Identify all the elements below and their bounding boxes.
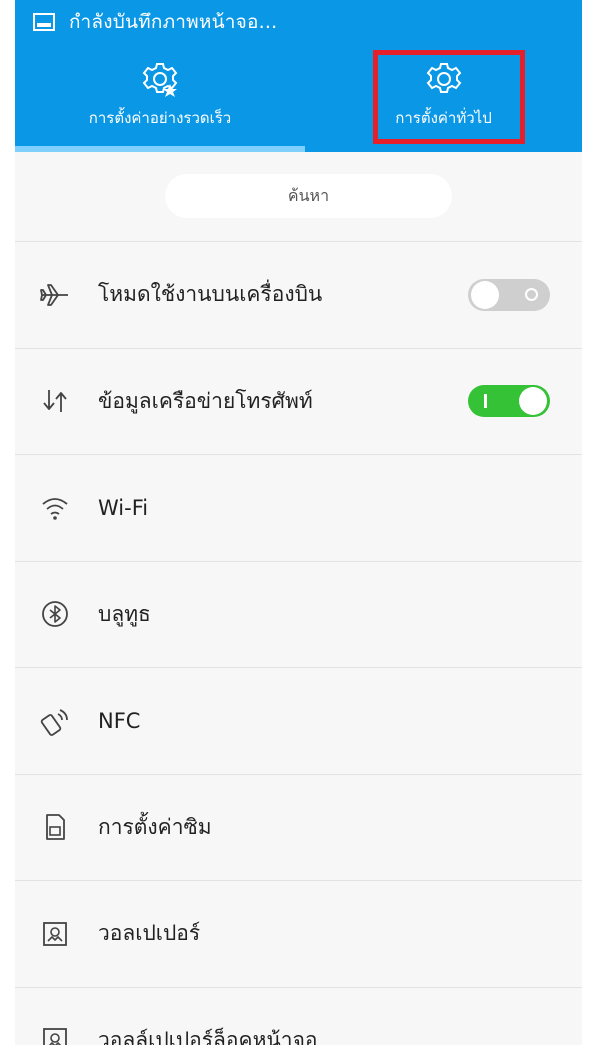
lock-wallpaper-icon bbox=[38, 1023, 72, 1045]
list-item-sim-settings[interactable]: การตั้งค่าซิม bbox=[15, 774, 582, 881]
sim-settings-label: การตั้งค่าซิม bbox=[98, 814, 212, 839]
airplane-mode-label: โหมดใช้งานบนเครื่องบิน bbox=[98, 282, 323, 307]
mobile-data-label: ข้อมูลเครือข่ายโทรศัพท์ bbox=[98, 388, 313, 413]
tab-quick-settings-label: การตั้งค่าอย่างรวดเร็ว bbox=[88, 109, 232, 127]
highlight-box bbox=[373, 50, 525, 144]
search-row: ค้นหา bbox=[15, 152, 582, 242]
screenshot-icon bbox=[33, 13, 55, 31]
airplane-icon bbox=[38, 278, 72, 312]
gear-star-icon bbox=[142, 63, 178, 97]
header: กำลังบันทึกภาพหน้าจอ... การตั้งค่าอย่างร… bbox=[15, 0, 582, 152]
search-box[interactable]: ค้นหา bbox=[165, 174, 452, 218]
wifi-icon bbox=[38, 491, 72, 525]
wifi-label: Wi-Fi bbox=[98, 495, 149, 520]
list-item-airplane-mode[interactable]: โหมดใช้งานบนเครื่องบิน bbox=[15, 242, 582, 349]
list-item-wifi[interactable]: Wi-Fi bbox=[15, 455, 582, 562]
list-item-nfc[interactable]: NFC bbox=[15, 668, 582, 775]
toggle-on-glyph bbox=[484, 394, 487, 409]
nfc-icon bbox=[38, 704, 72, 738]
airplane-mode-toggle[interactable] bbox=[468, 278, 550, 311]
list-item-bluetooth[interactable]: บลูทูธ bbox=[15, 561, 582, 668]
toggle-knob bbox=[471, 280, 499, 309]
nfc-label: NFC bbox=[98, 708, 141, 733]
mobile-data-toggle[interactable] bbox=[468, 385, 550, 418]
bluetooth-icon bbox=[38, 597, 72, 631]
list-item-wallpaper[interactable]: วอลเปเปอร์ bbox=[15, 881, 582, 988]
wallpaper-icon bbox=[38, 917, 72, 951]
toggle-off-glyph bbox=[525, 287, 538, 301]
status-bar: กำลังบันทึกภาพหน้าจอ... bbox=[15, 0, 582, 44]
list-item-lock-wallpaper[interactable]: วอลล์เปเปอร์ล็อคหน้าจอ bbox=[15, 987, 582, 1045]
lock-wallpaper-label: วอลล์เปเปอร์ล็อคหน้าจอ bbox=[98, 1027, 318, 1045]
tab-quick-settings[interactable]: การตั้งค่าอย่างรวดเร็ว bbox=[15, 52, 305, 140]
mobile-data-icon bbox=[38, 384, 72, 418]
status-text: กำลังบันทึกภาพหน้าจอ... bbox=[69, 11, 278, 33]
list-item-mobile-data[interactable]: ข้อมูลเครือข่ายโทรศัพท์ bbox=[15, 348, 582, 455]
wallpaper-label: วอลเปเปอร์ bbox=[98, 921, 201, 946]
settings-list: โหมดใช้งานบนเครื่องบิน ข้อมูลเครือข่ายโท… bbox=[15, 242, 582, 1045]
sim-card-icon bbox=[38, 810, 72, 844]
settings-screen: กำลังบันทึกภาพหน้าจอ... การตั้งค่าอย่างร… bbox=[15, 0, 582, 1045]
bluetooth-label: บลูทูธ bbox=[98, 601, 151, 626]
toggle-knob bbox=[519, 387, 547, 416]
